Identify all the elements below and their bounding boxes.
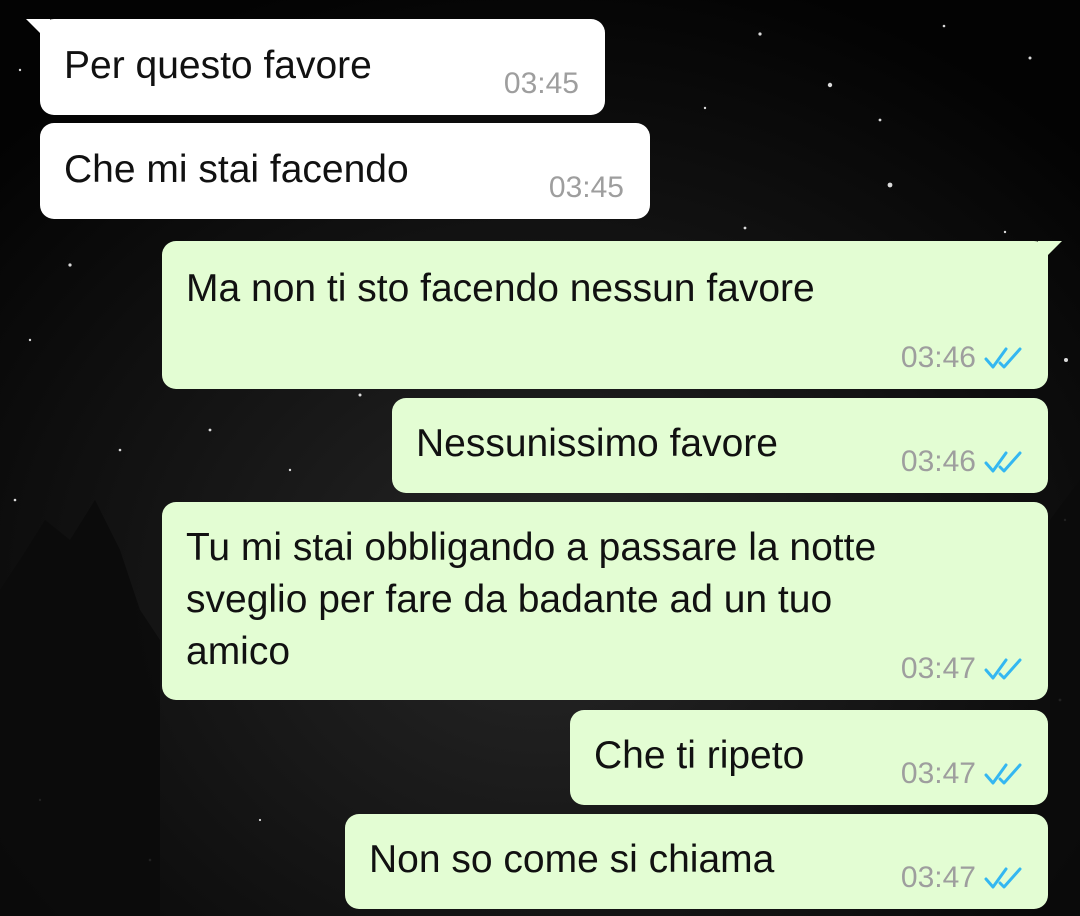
double-check-icon [984,763,1022,785]
double-check-icon [984,451,1022,473]
outgoing-message-bubble[interactable]: Nessunissimo favore 03:46 [392,398,1048,493]
outgoing-message-bubble[interactable]: Che ti ripeto 03:47 [570,710,1048,805]
incoming-message-bubble[interactable]: Che mi stai facendo 03:45 [40,123,650,219]
message-list[interactable]: Per questo favore 03:45 Che mi stai face… [0,0,1080,916]
message-meta: 03:45 [504,69,579,99]
outgoing-message-bubble[interactable]: Tu mi stai obbligando a passare la notte… [162,502,1048,700]
message-meta: 03:46 [901,447,1024,477]
message-meta: 03:46 [901,343,1024,373]
message-text: Per questo favore [64,44,372,87]
double-check-icon [984,867,1022,889]
double-check-icon [984,658,1022,680]
message-timestamp: 03:46 [900,341,976,374]
message-meta: 03:45 [549,173,624,203]
bubble-tail-icon [26,19,50,43]
message-timestamp: 03:45 [503,67,579,100]
message-meta: 03:47 [901,654,1024,684]
message-text: Che mi stai facendo [64,148,409,191]
message-meta: 03:47 [901,863,1024,893]
message-timestamp: 03:47 [900,652,976,685]
message-timestamp: 03:47 [900,757,976,790]
outgoing-message-bubble[interactable]: Ma non ti sto facendo nessun favore 03:4… [162,241,1062,389]
message-timestamp: 03:45 [548,171,624,204]
bubble-tail-icon [1038,241,1062,265]
message-text: Nessunissimo favore [416,422,778,465]
incoming-message-bubble[interactable]: Per questo favore 03:45 [26,19,605,115]
message-timestamp: 03:47 [900,861,976,894]
message-text: Tu mi stai obbligando a passare la notte… [186,526,877,673]
message-text: Ma non ti sto facendo nessun favore [186,267,815,310]
double-check-icon [984,347,1022,369]
message-text: Non so come si chiama [369,838,775,881]
message-meta: 03:47 [901,759,1024,789]
message-text: Che ti ripeto [594,734,805,777]
message-timestamp: 03:46 [900,445,976,478]
outgoing-message-bubble[interactable]: Non so come si chiama 03:47 [345,814,1048,909]
